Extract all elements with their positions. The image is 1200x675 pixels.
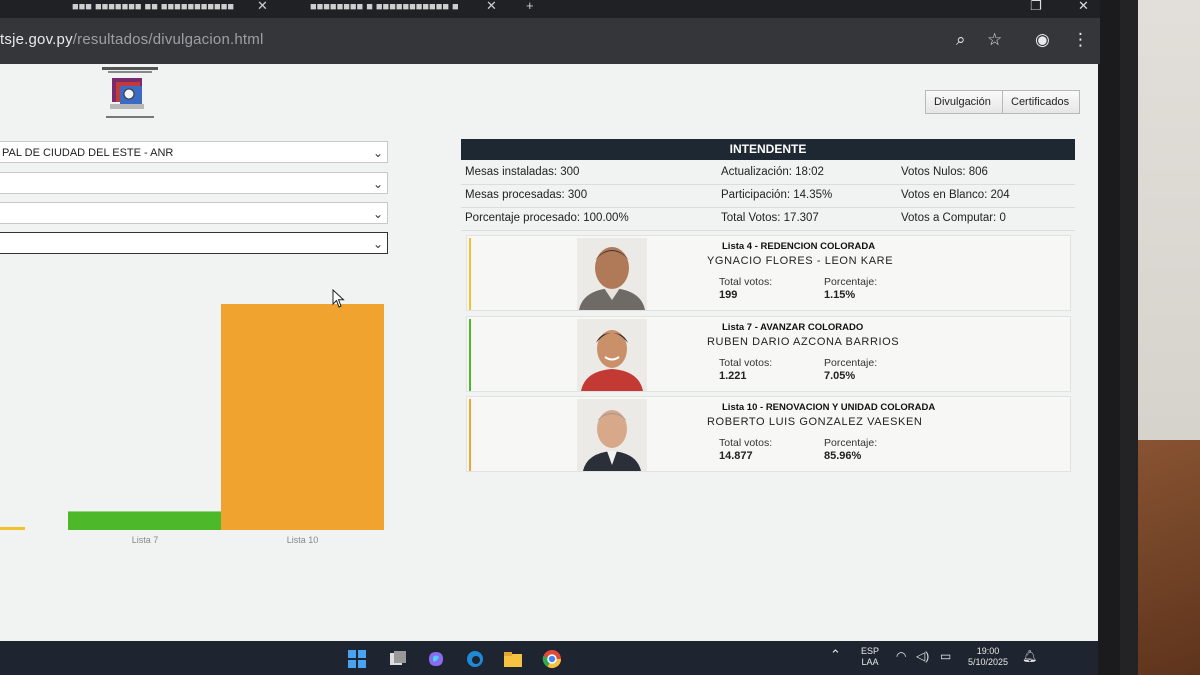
zoom-icon[interactable]: ⌕ — [956, 30, 966, 50]
battery-icon[interactable]: ▭ — [940, 650, 951, 662]
candidate-lista: Lista 7 - AVANZAR COLORADO — [722, 322, 864, 333]
address-bar[interactable]: tsje.gov.py/resultados/divulgacion.html — [0, 31, 264, 48]
actualizacion: Actualización: 18:02 — [721, 166, 824, 178]
color-stripe — [469, 399, 471, 471]
select-organization[interactable]: PAL DE CIUDAD DEL ESTE - ANR ⌄ — [0, 141, 388, 163]
candidate-name: RUBEN DARIO AZCONA BARRIOS — [707, 336, 900, 348]
total-votos-value: 199 — [719, 289, 738, 301]
candidate-card-lista-10: Lista 10 - RENOVACION Y UNIDAD COLORADA … — [466, 396, 1071, 472]
taskbar: ⌃ ESP LAA ◠ ◁) ▭ 19:00 5/10/2025 🔔︎ — [0, 641, 1098, 675]
page-content: Divulgación Certificados PAL DE CIUDAD D… — [0, 64, 1098, 641]
certificados-button[interactable]: Certificados — [1002, 90, 1080, 114]
menu-kebab-icon[interactable]: ⋮ — [1072, 30, 1089, 50]
tab-close-icon[interactable]: ✕ — [486, 0, 497, 14]
clock[interactable]: 19:00 5/10/2025 — [960, 646, 1016, 668]
porcentaje-label: Porcentaje: — [824, 357, 878, 369]
porcentaje-value: 1.15% — [824, 289, 856, 301]
windows-start-icon[interactable] — [347, 649, 367, 669]
participacion: Participación: 14.35% — [721, 189, 833, 201]
candidate-card-lista-4: Lista 4 - REDENCION COLORADA YGNACIO FLO… — [466, 235, 1071, 311]
mouse-cursor-icon — [332, 289, 345, 308]
total-votos: Total Votos: 17.307 — [721, 212, 819, 224]
chevron-down-icon: ⌄ — [372, 207, 383, 221]
edge-icon[interactable] — [465, 649, 485, 669]
volume-icon[interactable]: ◁) — [916, 650, 929, 662]
select-candidacy[interactable]: ⌄ — [0, 232, 388, 254]
tick-label-2: Lista 10 — [287, 535, 319, 545]
url-domain: tsje.gov.py — [0, 31, 73, 48]
bar-lista-4 — [0, 526, 25, 530]
mesas-procesadas: Mesas procesadas: 300 — [465, 189, 588, 201]
color-stripe — [469, 319, 471, 391]
stats-table: Mesas instaladas: 300 Actualización: 18:… — [461, 162, 1075, 231]
votos-a-computar: Votos a Computar: 0 — [901, 212, 1006, 224]
tick-label-1: Lista 7 — [132, 535, 159, 545]
chevron-down-icon: ⌄ — [372, 177, 383, 191]
candidate-photo — [577, 319, 647, 391]
candidate-card-lista-7: Lista 7 - AVANZAR COLORADO RUBEN DARIO A… — [466, 316, 1071, 392]
total-votos-label: Total votos: — [719, 276, 773, 288]
porcentaje-procesado: Porcentaje procesado: 100.00% — [465, 212, 629, 224]
tab-bar: ■■■ ■■■■■■■ ■■ ■■■■■■■■■■■ ✕ ■■■■■■■■ ■ … — [0, 0, 1100, 18]
porcentaje-label: Porcentaje: — [824, 437, 878, 449]
file-explorer-icon[interactable] — [503, 649, 523, 669]
stats-row: Mesas procesadas: 300 Participación: 14.… — [461, 185, 1075, 208]
chrome-icon[interactable] — [542, 649, 562, 669]
lang-layout: LAA — [861, 657, 879, 667]
lang-code: ESP — [860, 646, 879, 656]
select-department[interactable]: ⌄ — [0, 172, 388, 194]
maximize-icon[interactable]: ❐ — [1030, 0, 1042, 14]
candidate-photo — [577, 238, 647, 310]
tab-2[interactable]: ■■■■■■■■ ■ ■■■■■■■■■■■ ■ — [310, 0, 459, 18]
close-window-icon[interactable]: ✕ — [1078, 0, 1089, 14]
divulgacion-button[interactable]: Divulgación — [925, 90, 1003, 114]
url-path: /resultados/divulgacion.html — [72, 31, 264, 48]
candidate-lista: Lista 10 - RENOVACION Y UNIDAD COLORADA — [722, 402, 936, 413]
porcentaje-value: 85.96% — [824, 450, 862, 462]
task-view-icon[interactable] — [388, 649, 408, 669]
porcentaje-value: 7.05% — [824, 370, 856, 382]
clock-time: 19:00 — [976, 646, 1000, 656]
candidate-name: ROBERTO LUIS GONZALEZ VAESKEN — [707, 416, 923, 428]
notifications-icon[interactable]: 🔔︎ — [1022, 650, 1037, 662]
profile-icon[interactable]: ◉ — [1035, 30, 1050, 50]
chevron-up-icon[interactable]: ⌃ — [830, 648, 841, 661]
candidate-photo — [577, 399, 647, 471]
language-indicator[interactable]: ESP LAA — [856, 646, 884, 668]
color-stripe — [469, 238, 471, 310]
total-votos-label: Total votos: — [719, 357, 773, 369]
bar-lista-10 — [221, 304, 384, 530]
stats-row: Mesas instaladas: 300 Actualización: 18:… — [461, 162, 1075, 185]
bar-lista-7 — [68, 511, 222, 530]
tab-close-icon[interactable]: ✕ — [257, 0, 268, 14]
mesas-instaladas: Mesas instaladas: 300 — [465, 166, 580, 178]
tsje-logo-icon — [102, 67, 158, 118]
browser-toolbar: tsje.gov.py/resultados/divulgacion.html … — [0, 18, 1100, 64]
votos-en-blanco: Votos en Blanco: 204 — [901, 189, 1010, 201]
total-votos-label: Total votos: — [719, 437, 773, 449]
results-bar-chart: Lista 7 Lista 10 — [0, 304, 384, 545]
porcentaje-label: Porcentaje: — [824, 276, 878, 288]
copilot-icon[interactable] — [426, 649, 446, 669]
new-tab-icon[interactable]: + — [526, 0, 534, 13]
bookmark-star-icon[interactable]: ☆ — [987, 30, 1002, 50]
tab-1[interactable]: ■■■ ■■■■■■■ ■■ ■■■■■■■■■■■ — [72, 0, 234, 18]
total-votos-value: 14.877 — [719, 450, 753, 462]
candidate-lista: Lista 4 - REDENCION COLORADA — [722, 241, 876, 252]
chevron-down-icon: ⌄ — [372, 146, 383, 160]
stats-row: Porcentaje procesado: 100.00% Total Voto… — [461, 208, 1075, 231]
candidate-name: YGNACIO FLORES - LEON KARE — [707, 255, 894, 267]
results-title: INTENDENTE — [461, 139, 1075, 160]
select-value: PAL DE CIUDAD DEL ESTE - ANR — [2, 147, 174, 159]
total-votos-value: 1.221 — [719, 370, 747, 382]
chevron-down-icon: ⌄ — [372, 237, 383, 251]
wifi-icon[interactable]: ◠ — [896, 650, 906, 662]
select-district[interactable]: ⌄ — [0, 202, 388, 224]
clock-date: 5/10/2025 — [967, 657, 1009, 667]
votos-nulos: Votos Nulos: 806 — [901, 166, 988, 178]
